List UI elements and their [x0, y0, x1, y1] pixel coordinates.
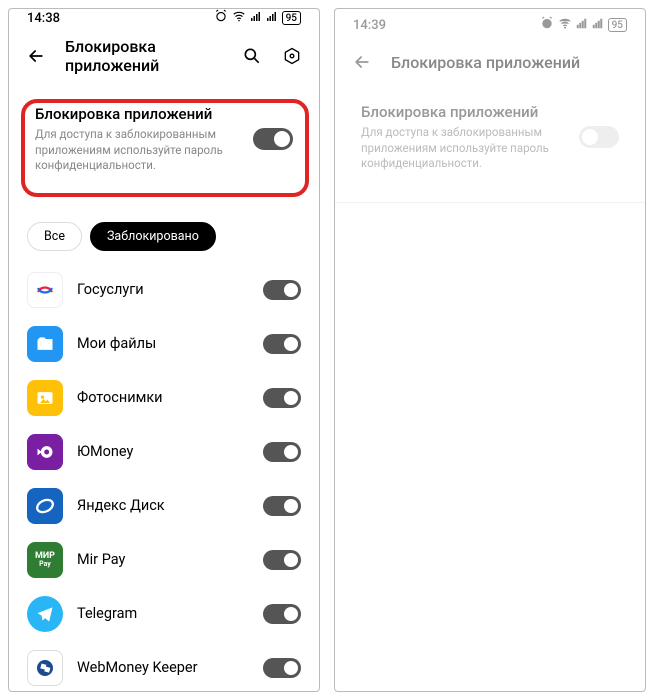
app-list: Госуслуги Мои файлы Фотоснимки ЮMoney	[9, 263, 319, 692]
chip-locked[interactable]: Заблокировано	[90, 222, 216, 251]
wifi-icon	[232, 9, 246, 27]
status-indicators: 95	[540, 16, 627, 34]
app-icon-files	[27, 326, 63, 362]
master-title: Блокировка приложений	[35, 105, 243, 123]
master-subtitle: Для доступа к заблокированным приложения…	[35, 127, 243, 174]
app-name: Mir Pay	[77, 551, 249, 568]
master-toggle-card[interactable]: Блокировка приложений Для доступа к забл…	[23, 91, 305, 190]
wifi-icon	[558, 16, 572, 34]
app-row-photos[interactable]: Фотоснимки	[27, 371, 301, 425]
status-bar: 14:38 95	[9, 9, 319, 27]
status-time: 14:39	[353, 18, 386, 33]
filter-chips: Все Заблокировано	[9, 214, 319, 263]
master-toggle[interactable]	[579, 126, 619, 148]
search-icon[interactable]	[241, 45, 263, 67]
app-row-gosuslugi[interactable]: Госуслуги	[27, 263, 301, 317]
app-row-webmoney[interactable]: WebMoney Keeper	[27, 641, 301, 692]
app-toggle[interactable]	[263, 280, 301, 300]
app-icon-telegram	[27, 596, 63, 632]
app-toggle[interactable]	[263, 442, 301, 462]
app-name: ЮMoney	[77, 443, 249, 460]
signal2-icon	[592, 17, 604, 33]
app-icon-gosuslugi	[27, 272, 63, 308]
app-icon-yadisk	[27, 488, 63, 524]
page-header: Блокировка приложений	[9, 27, 319, 89]
app-name: Яндекс Диск	[77, 497, 249, 514]
settings-icon[interactable]	[281, 45, 303, 67]
app-toggle[interactable]	[263, 658, 301, 678]
battery-indicator: 95	[282, 11, 301, 25]
master-toggle-card[interactable]: Блокировка приложений Для доступа к забл…	[349, 89, 631, 188]
phone-left: 14:38 95 Блокировка приложений	[8, 8, 320, 692]
back-icon[interactable]	[351, 51, 373, 73]
status-indicators: 95	[214, 9, 301, 27]
app-row-files[interactable]: Мои файлы	[27, 317, 301, 371]
signal2-icon	[266, 10, 278, 26]
back-icon[interactable]	[25, 45, 47, 67]
master-title: Блокировка приложений	[361, 103, 569, 121]
status-time: 14:38	[27, 11, 60, 26]
divider	[335, 202, 645, 203]
app-name: WebMoney Keeper	[77, 659, 249, 676]
app-icon-photos	[27, 380, 63, 416]
app-name: Telegram	[77, 605, 249, 622]
app-icon-webmoney	[27, 650, 63, 686]
status-bar: 14:39 95	[335, 9, 645, 41]
chip-all[interactable]: Все	[27, 222, 82, 251]
app-icon-mirpay: МИРPay	[27, 542, 63, 578]
master-subtitle: Для доступа к заблокированным приложения…	[361, 125, 569, 172]
app-name: Фотоснимки	[77, 389, 249, 406]
app-row-yadisk[interactable]: Яндекс Диск	[27, 479, 301, 533]
app-name: Госуслуги	[77, 281, 249, 298]
app-toggle[interactable]	[263, 496, 301, 516]
battery-indicator: 95	[608, 18, 627, 32]
app-row-mirpay[interactable]: МИРPay Mir Pay	[27, 533, 301, 587]
page-title: Блокировка приложений	[65, 37, 223, 75]
signal-icon	[250, 10, 262, 26]
master-toggle[interactable]	[253, 128, 293, 150]
page-header: Блокировка приложений	[335, 41, 645, 87]
app-icon-yoomoney	[27, 434, 63, 470]
alarm-icon	[540, 16, 554, 34]
phone-right: 14:39 95 Блокировка приложений Блокировк…	[334, 8, 646, 692]
app-row-telegram[interactable]: Telegram	[27, 587, 301, 641]
app-toggle[interactable]	[263, 604, 301, 624]
app-name: Мои файлы	[77, 335, 249, 352]
app-row-yoomoney[interactable]: ЮMoney	[27, 425, 301, 479]
alarm-icon	[214, 9, 228, 27]
page-title: Блокировка приложений	[391, 53, 629, 72]
app-toggle[interactable]	[263, 334, 301, 354]
signal-icon	[576, 17, 588, 33]
app-toggle[interactable]	[263, 550, 301, 570]
app-toggle[interactable]	[263, 388, 301, 408]
